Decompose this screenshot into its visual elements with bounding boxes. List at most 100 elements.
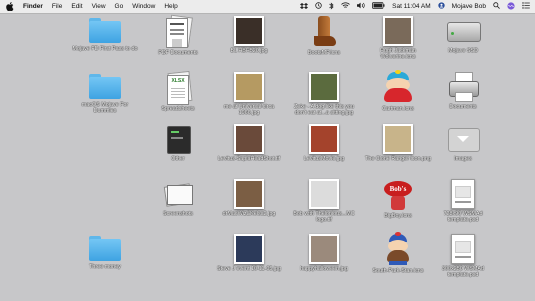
desktop-item-label: Bob with Thelonious...MC logo.tif	[293, 211, 355, 224]
battery-icon[interactable]	[372, 2, 385, 11]
desktop-item-label: 728x90 WSMAd template.psd	[443, 211, 483, 224]
desktop-item-label: Three money	[89, 264, 121, 270]
user-avatar-icon[interactable]	[438, 2, 445, 11]
desktop-item-label: macOS Mojave For Dummies	[81, 102, 129, 115]
spreadsheet-stack-icon: XLSX	[164, 70, 193, 105]
desktop-item-label: 300x250 WSMAd template.psd	[442, 266, 484, 279]
desktop-item-bigboy-icns[interactable]: Bob's BigBoy.icns	[363, 179, 433, 219]
desktop: Mojave FD First Pass to do PDF Documents B…	[0, 14, 535, 301]
desktop-item-label: Documents	[449, 104, 477, 110]
photo-thumbnail-icon	[234, 124, 264, 154]
desktop-item-me-at-universal-circa-1966-jpg[interactable]: me at Universal circa 1966.jpg	[214, 72, 284, 117]
desktop-item-mojave-fd-first-pass-to-do[interactable]: Mojave FD First Pass to do	[70, 16, 140, 52]
desktop-item-bl-hbh520-jpg[interactable]: BL HBH520.jpg	[214, 16, 284, 54]
desktop-item-other[interactable]: Other	[143, 124, 213, 162]
desktop-item-bootsmp-icns[interactable]: BootsMP.icns	[289, 16, 359, 56]
menu-clock[interactable]: Sat 11:04 AM	[392, 3, 431, 10]
printer-icon	[448, 72, 479, 102]
desktop-item-label: Zeke - A dog like this you don't eat at.…	[294, 104, 354, 117]
desktop-item-label: Steve J event 10-11-05.jpg	[216, 266, 282, 272]
desktop-item-macos-mojave-for-dummies[interactable]: macOS Mojave For Dummies	[70, 72, 140, 115]
wifi-icon[interactable]	[341, 2, 350, 11]
spotlight-search-icon[interactable]	[493, 2, 500, 11]
desktop-item-label: me at Universal circa 1966.jpg	[223, 104, 275, 117]
desktop-item-cartman-icns[interactable]: Cartman.icns	[363, 70, 433, 112]
photo-thumbnail-icon	[383, 124, 413, 154]
desktop-item-label: BootsMP.icns	[307, 50, 341, 56]
desktop-item-images[interactable]: Images	[428, 124, 498, 162]
photo-thumbnail-icon	[309, 234, 339, 264]
desktop-item-label: BL HBH520.jpg	[230, 48, 268, 54]
photo-thumbnail-icon	[309, 179, 339, 209]
south-park-stan-icon	[384, 232, 412, 266]
folder-icon	[89, 234, 121, 262]
dropbox-icon[interactable]	[300, 3, 309, 10]
desktop-item-drmacwiz-kelsa2-jpg[interactable]: drMacWiz&Kelsa2.jpg	[214, 179, 284, 217]
desktop-item-label: Mojave SSD	[448, 48, 478, 54]
desktop-item-zeke-a-dog-like-this-you-don-t-eat-at-a-sitting-jpg[interactable]: Zeke - A dog like this you don't eat at.…	[289, 72, 359, 117]
volume-icon[interactable]	[357, 2, 365, 11]
desktop-item-300x250-wsmad-template-psd[interactable]: 300x250 WSMAd template.psd	[428, 234, 498, 279]
desktop-item-south-park-stan-icns[interactable]: South-Park-Stan.icns	[363, 232, 433, 274]
desktop-item-screenshots[interactable]: Screenshots	[143, 179, 213, 217]
desktop-item-label: drMacWiz&Kelsa2.jpg	[222, 211, 276, 217]
bluetooth-icon[interactable]	[329, 1, 334, 12]
desktop-item-happyhalloween-jpg[interactable]: happyhalloween.jpg	[289, 234, 359, 272]
photo-thumbnail-icon	[234, 16, 264, 46]
desktop-item-label: Other	[171, 156, 185, 162]
desktop-item-label: Hugh Jackman Wolverine.icns	[380, 48, 416, 61]
desktop-item-levitus-sapiaheadshot-tif[interactable]: Levitus-SapiaHeadShot.tif	[214, 124, 284, 162]
folder-icon	[89, 72, 121, 100]
desktop-item-hugh-jackman-wolverine-icns[interactable]: Hugh Jackman Wolverine.icns	[363, 16, 433, 61]
photo-thumbnail-icon	[383, 16, 413, 46]
desktop-item-the-clone-ranger-icon-png[interactable]: The Clone Ranger icon.png	[363, 124, 433, 162]
images-folder-icon	[448, 124, 480, 154]
menu-help[interactable]: Help	[164, 3, 177, 10]
hard-drive-icon	[447, 16, 481, 46]
desktop-item-label: PDF Documents	[158, 50, 198, 56]
desktop-item-label: Mojave FD First Pass to do	[72, 46, 138, 52]
terminal-stack-icon	[164, 124, 192, 154]
desktop-item-three-money[interactable]: Three money	[70, 234, 140, 270]
desktop-item-728x90-wsmad-template-psd[interactable]: 728x90 WSMAd template.psd	[428, 179, 498, 224]
menu-bar: Finder File Edit View Go Window Help Sat…	[0, 0, 535, 14]
desktop-item-label: Spreadsheets	[161, 106, 195, 112]
notification-center-icon[interactable]	[522, 2, 530, 11]
desktop-item-label: Cartman.icns	[382, 106, 414, 112]
clock-icon[interactable]	[315, 2, 322, 11]
menu-user-name[interactable]: Mojave Bob	[452, 3, 486, 10]
cartman-icon	[383, 70, 413, 104]
apple-menu-icon[interactable]	[6, 2, 14, 11]
pdf-stack-icon	[163, 14, 193, 48]
photo-thumbnail-icon	[234, 179, 264, 209]
desktop-item-pdf-documents[interactable]: PDF Documents	[143, 14, 213, 56]
psd-document-icon	[451, 234, 475, 264]
desktop-item-documents[interactable]: Documents	[428, 72, 498, 110]
desktop-item-levitusmovie-jpg[interactable]: LevitusMovie.jpg	[289, 124, 359, 162]
siri-icon[interactable]	[507, 1, 515, 12]
desktop-item-label: South-Park-Stan.icns	[372, 268, 424, 274]
boot-icon	[310, 16, 338, 48]
desktop-item-spreadsheets[interactable]: XLSX Spreadsheets	[143, 70, 213, 112]
menu-edit[interactable]: Edit	[71, 3, 82, 10]
menu-view[interactable]: View	[92, 3, 106, 10]
bigboy-icon: Bob's	[383, 179, 413, 211]
desktop-item-label: Levitus-SapiaHeadShot.tif	[217, 156, 281, 162]
photo-thumbnail-icon	[234, 234, 264, 264]
screenshots-stack-icon	[163, 179, 193, 209]
desktop-item-label: LevitusMovie.jpg	[303, 156, 345, 162]
desktop-item-label: Images	[454, 156, 472, 162]
desktop-item-steve-j-event-10-11-05-jpg[interactable]: Steve J event 10-11-05.jpg	[214, 234, 284, 272]
desktop-item-bob-with-thelonious-mc-logo-tif[interactable]: Bob with Thelonious...MC logo.tif	[289, 179, 359, 224]
menu-go[interactable]: Go	[115, 3, 124, 10]
photo-thumbnail-icon	[309, 72, 339, 102]
desktop-item-label: BigBoy.icns	[384, 213, 412, 219]
menu-window[interactable]: Window	[132, 3, 155, 10]
folder-icon	[89, 16, 121, 44]
desktop-item-label: Screenshots	[163, 211, 193, 217]
psd-document-icon	[451, 179, 475, 209]
photo-thumbnail-icon	[309, 124, 339, 154]
desktop-item-mojave-ssd[interactable]: Mojave SSD	[428, 16, 498, 54]
menu-file[interactable]: File	[52, 3, 62, 10]
menu-app-finder[interactable]: Finder	[23, 3, 43, 10]
